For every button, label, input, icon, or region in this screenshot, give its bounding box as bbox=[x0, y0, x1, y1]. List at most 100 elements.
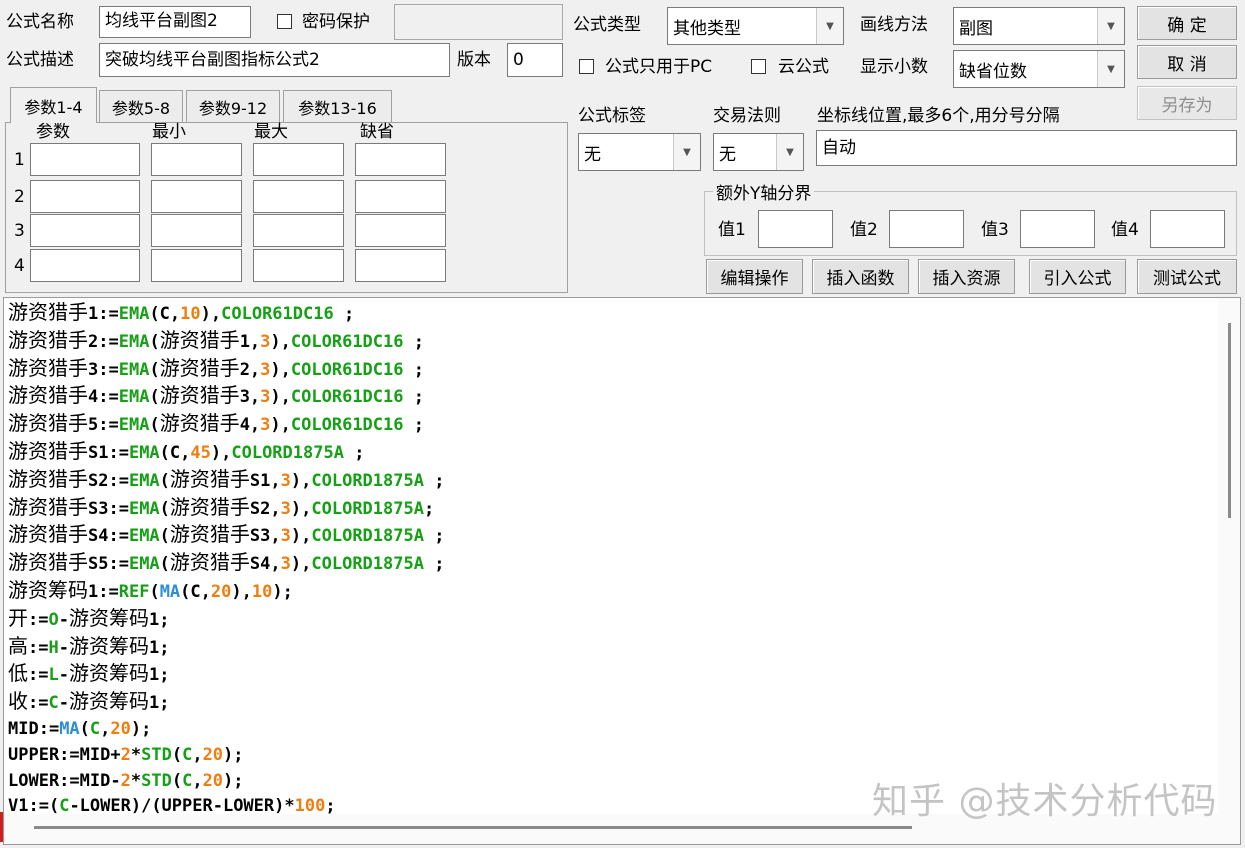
code-line[interactable]: 游资猎手4:=EMA(游资猎手3,3),COLOR61DC16 ; bbox=[8, 383, 1210, 411]
decimals-select[interactable]: 缺省位数 ▼ bbox=[953, 50, 1125, 88]
code-text-run: , bbox=[100, 718, 111, 739]
code-text-run: MID:= bbox=[8, 718, 60, 739]
code-identifier: 游资猎手 bbox=[8, 494, 88, 519]
insert-resource-button[interactable]: 插入资源 bbox=[918, 259, 1015, 294]
code-token: 3 bbox=[260, 387, 271, 408]
code-token: MA bbox=[59, 718, 80, 739]
ok-button[interactable]: 确 定 bbox=[1137, 6, 1237, 40]
code-text-run: (C, bbox=[180, 581, 211, 602]
code-line[interactable]: 游资猎手1:=EMA(C,10),COLOR61DC16 ; bbox=[8, 300, 1210, 328]
param2-min-input[interactable] bbox=[151, 180, 242, 213]
code-editor[interactable]: 游资猎手1:=EMA(C,10),COLOR61DC16 ; 游资猎手2:=EMA… bbox=[3, 297, 1241, 845]
code-text[interactable]: 游资猎手1:=EMA(C,10),COLOR61DC16 ; 游资猎手2:=EMA… bbox=[8, 300, 1210, 844]
formula-type-select[interactable]: 其他类型 ▼ bbox=[667, 7, 844, 45]
param3-default-input[interactable] bbox=[355, 214, 446, 247]
value4-input[interactable] bbox=[1150, 210, 1225, 248]
insert-function-button[interactable]: 插入函数 bbox=[812, 259, 909, 294]
code-token: EMA bbox=[128, 442, 160, 463]
code-line[interactable]: 游资猎手S1:=EMA(C,45),COLORD1875A ; bbox=[8, 439, 1210, 467]
code-line[interactable]: 游资猎手S4:=EMA(游资猎手S3,3),COLORD1875A ; bbox=[8, 522, 1210, 550]
decimals-value: 缺省位数 bbox=[959, 61, 1027, 82]
code-text-run: , bbox=[192, 744, 203, 765]
coord-line-label: 坐标线位置,最多6个,用分号分隔 bbox=[817, 106, 1060, 126]
param3-name-input[interactable] bbox=[30, 214, 140, 247]
code-token: COLOR61DC16 bbox=[290, 359, 404, 380]
value1-input[interactable] bbox=[758, 210, 833, 248]
param2-name-input[interactable] bbox=[30, 180, 140, 213]
code-identifier: 游资猎手 bbox=[8, 411, 88, 436]
tab-params-5-8[interactable]: 参数5-8 bbox=[99, 90, 183, 122]
tab-params-1-4[interactable]: 参数1-4 bbox=[10, 87, 97, 123]
value2-input[interactable] bbox=[889, 210, 964, 248]
formula-name-input[interactable]: 均线平台副图2 bbox=[99, 6, 251, 38]
value3-input[interactable] bbox=[1020, 210, 1095, 248]
code-line[interactable]: 收:=C-游资筹码1; bbox=[8, 689, 1210, 717]
chevron-down-icon: ▼ bbox=[1097, 8, 1124, 44]
horizontal-scroll-thumb[interactable] bbox=[34, 826, 912, 829]
formula-desc-input[interactable]: 突破均线平台副图指标公式2 bbox=[99, 43, 450, 77]
formula-tag-select[interactable]: 无 ▼ bbox=[578, 133, 701, 171]
code-identifier: 游资猎手 bbox=[169, 550, 250, 575]
code-identifier: 游资猎手 bbox=[169, 494, 250, 519]
save-as-button[interactable]: 另存为 bbox=[1137, 86, 1237, 120]
param1-max-input[interactable] bbox=[253, 143, 344, 176]
test-formula-button[interactable]: 测试公式 bbox=[1137, 259, 1237, 294]
trade-rule-select[interactable]: 无 ▼ bbox=[713, 133, 804, 171]
code-line[interactable]: 开:=O-游资筹码1; bbox=[8, 606, 1210, 634]
param1-default-input[interactable] bbox=[355, 143, 446, 176]
code-line[interactable]: 游资筹码1:=REF(MA(C,20),10); bbox=[8, 578, 1210, 606]
code-identifier: 游资猎手 bbox=[159, 355, 240, 380]
password-input[interactable] bbox=[394, 4, 563, 40]
code-text-run: := bbox=[28, 609, 49, 630]
code-line[interactable]: UPPER:=MID+2*STD(C,20); bbox=[8, 743, 1210, 769]
param4-default-input[interactable] bbox=[355, 249, 446, 282]
param2-default-input[interactable] bbox=[355, 180, 446, 213]
code-text-run: ( bbox=[149, 581, 160, 602]
code-line[interactable]: 游资猎手S3:=EMA(游资猎手S2,3),COLORD1875A; bbox=[8, 495, 1210, 523]
code-text-run: ( bbox=[171, 744, 183, 765]
param3-min-input[interactable] bbox=[151, 214, 242, 247]
vertical-scrollbar[interactable] bbox=[1218, 298, 1240, 814]
code-identifier: 游资猎手 bbox=[8, 300, 88, 324]
code-text-run: ), bbox=[210, 442, 232, 463]
cancel-button[interactable]: 取 消 bbox=[1137, 45, 1237, 79]
code-line[interactable]: 低:=L-游资筹码1; bbox=[8, 661, 1210, 689]
code-line[interactable]: 游资猎手S5:=EMA(游资猎手S4,3),COLORD1875A ; bbox=[8, 550, 1210, 578]
draw-method-select[interactable]: 副图 ▼ bbox=[953, 7, 1125, 45]
tab-params-13-16[interactable]: 参数13-16 bbox=[283, 90, 392, 122]
tab-params-9-12[interactable]: 参数9-12 bbox=[186, 90, 280, 122]
code-line[interactable]: 游资猎手3:=EMA(游资猎手2,3),COLOR61DC16 ; bbox=[8, 356, 1210, 384]
param1-min-input[interactable] bbox=[151, 143, 242, 176]
cloud-checkbox[interactable] bbox=[751, 59, 766, 74]
param-row-number: 3 bbox=[14, 221, 25, 241]
vertical-scroll-thumb[interactable] bbox=[1228, 323, 1231, 518]
code-token: EMA bbox=[128, 526, 160, 547]
param4-min-input[interactable] bbox=[151, 249, 242, 282]
code-text-run: ( bbox=[149, 331, 160, 352]
code-line[interactable]: MID:=MA(C,20); bbox=[8, 717, 1210, 743]
code-text-run: 1; bbox=[148, 665, 170, 686]
param4-max-input[interactable] bbox=[253, 249, 344, 282]
param1-name-input[interactable] bbox=[30, 143, 140, 176]
import-formula-button[interactable]: 引入公式 bbox=[1029, 259, 1126, 294]
code-text-run: ), bbox=[290, 470, 312, 491]
edit-ops-button[interactable]: 编辑操作 bbox=[706, 259, 803, 294]
code-line[interactable]: 游资猎手5:=EMA(游资猎手4,3),COLOR61DC16 ; bbox=[8, 411, 1210, 439]
version-input[interactable]: 0 bbox=[507, 43, 563, 77]
code-text-run: 4:= bbox=[88, 387, 119, 408]
pc-only-label: 公式只用于PC bbox=[605, 57, 713, 77]
code-text-run: 4, bbox=[239, 415, 261, 436]
code-token: C bbox=[48, 693, 59, 714]
code-token: EMA bbox=[118, 304, 150, 324]
code-line[interactable]: 游资猎手2:=EMA(游资猎手1,3),COLOR61DC16 ; bbox=[8, 328, 1210, 356]
param3-max-input[interactable] bbox=[253, 214, 344, 247]
code-identifier: 游资猎手 bbox=[8, 383, 88, 408]
param4-name-input[interactable] bbox=[30, 249, 140, 282]
code-line[interactable]: 游资猎手S2:=EMA(游资猎手S1,3),COLORD1875A ; bbox=[8, 467, 1210, 495]
password-checkbox[interactable] bbox=[277, 14, 292, 29]
param2-max-input[interactable] bbox=[253, 180, 344, 213]
coord-line-input[interactable]: 自动 bbox=[816, 130, 1237, 166]
code-token: 2 bbox=[120, 770, 131, 791]
pc-only-checkbox[interactable] bbox=[579, 59, 594, 74]
code-line[interactable]: 高:=H-游资筹码1; bbox=[8, 634, 1210, 662]
